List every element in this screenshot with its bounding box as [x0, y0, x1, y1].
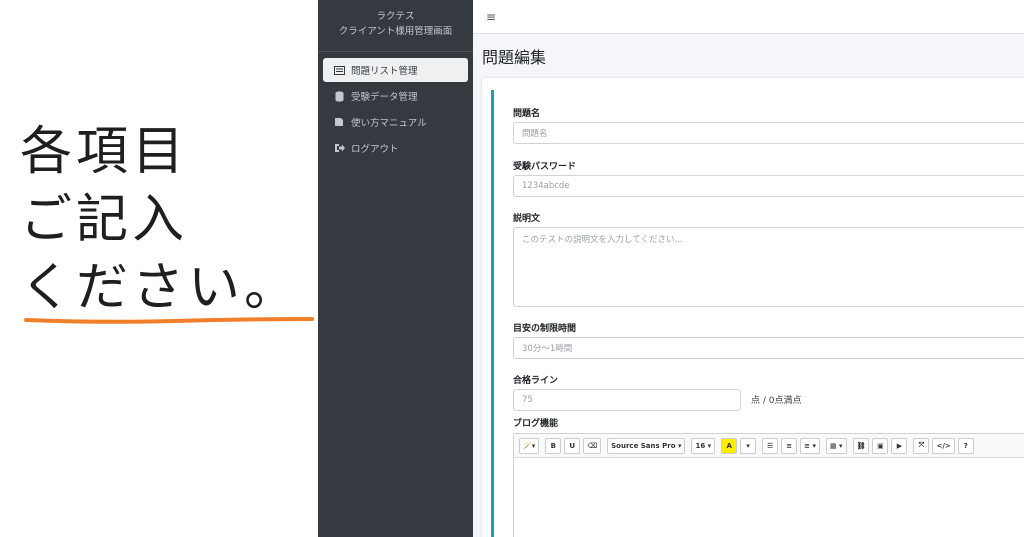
- link-icon[interactable]: ⛓: [852, 437, 870, 454]
- description-label: 説明文: [513, 214, 541, 224]
- handwritten-annotation: 各項目 ご記入 ください。: [20, 118, 320, 324]
- sidebar-item-manual[interactable]: 使い方マニュアル: [323, 110, 468, 134]
- annotation-line-2: ご記入: [20, 190, 189, 250]
- pass-line-suffix: 点 / 0点満点: [751, 396, 802, 406]
- blog-label: ブログ機能: [513, 419, 559, 429]
- annotation-line-1: 各項目: [20, 122, 189, 182]
- brand-title: ラクテス: [376, 11, 415, 22]
- sign-out-icon: [333, 142, 345, 154]
- edit-card: 問題名 問題名 受験パスワード 1234abcde 説明文 このテストの説明文を…: [482, 78, 1024, 537]
- annotation-line-3: ください。: [20, 258, 301, 318]
- text-color-button[interactable]: A: [721, 437, 738, 454]
- time-limit-label: 目安の制限時間: [513, 324, 577, 334]
- underline-button[interactable]: U: [564, 437, 581, 454]
- brand-subtitle: クライアント様用管理画面: [338, 26, 453, 37]
- bold-button[interactable]: B: [545, 437, 562, 454]
- description-textarea[interactable]: このテストの説明文を入力してください...: [513, 227, 1024, 307]
- editor-toolbar: 🪄▾ B U ⌫ Source Sans Pro ▾ 16 ▾ A ▾ ☰ ≡ …: [514, 434, 1024, 458]
- color-dropdown-button[interactable]: ▾: [740, 437, 757, 454]
- table-icon[interactable]: ▦ ▾: [826, 437, 847, 454]
- code-view-icon[interactable]: </>: [932, 437, 955, 454]
- pass-line-label: 合格ライン: [513, 376, 559, 386]
- book-icon: [333, 116, 345, 128]
- sidebar-item-label: 使い方マニュアル: [351, 118, 427, 129]
- time-limit-input[interactable]: 30分〜1時間: [513, 337, 1024, 359]
- problem-name-label: 問題名: [513, 109, 541, 119]
- sidebar-item-label: 受験データ管理: [351, 92, 418, 103]
- list-icon: [333, 64, 345, 76]
- eraser-icon[interactable]: ⌫: [583, 437, 602, 454]
- sidebar-nav: 問題リスト管理 受験データ管理 使い方マニュアル ログアウト: [318, 52, 473, 168]
- sidebar-item-exam-data[interactable]: 受験データ管理: [323, 84, 468, 108]
- font-size-select[interactable]: 16 ▾: [691, 437, 716, 454]
- main-content: 問題編集 問題名 問題名 受験パスワード 1234abcde 説明文 このテスト…: [473, 34, 1024, 537]
- ordered-list-icon[interactable]: ≡: [781, 437, 798, 454]
- sidebar-item-label: 問題リスト管理: [351, 66, 418, 77]
- sidebar-item-problem-list[interactable]: 問題リスト管理: [323, 58, 468, 82]
- brand[interactable]: ラクテス クライアント様用管理画面: [318, 0, 473, 52]
- page-title: 問題編集: [482, 48, 547, 67]
- rich-text-editor[interactable]: 🪄▾ B U ⌫ Source Sans Pro ▾ 16 ▾ A ▾ ☰ ≡ …: [513, 433, 1024, 537]
- unordered-list-icon[interactable]: ☰: [762, 437, 779, 454]
- sidebar: ラクテス クライアント様用管理画面 問題リスト管理 受験データ管理 使い方マニュ…: [318, 0, 473, 537]
- top-navbar: ≡: [473, 0, 1024, 34]
- screen: 各項目 ご記入 ください。 ラクテス クライアント様用管理画面 問題リスト管理 …: [0, 0, 1024, 537]
- magic-wand-icon[interactable]: 🪄▾: [519, 437, 540, 454]
- font-family-select[interactable]: Source Sans Pro ▾: [607, 437, 686, 454]
- database-icon: [333, 90, 345, 102]
- sidebar-item-label: ログアウト: [351, 144, 399, 155]
- video-icon[interactable]: ▶: [891, 437, 908, 454]
- form-area: 問題名 問題名 受験パスワード 1234abcde 説明文 このテストの説明文を…: [491, 90, 1024, 537]
- fullscreen-icon[interactable]: ⤧: [913, 437, 930, 454]
- annotation-underline: [24, 317, 314, 324]
- pass-line-input[interactable]: 75: [513, 389, 741, 411]
- paragraph-align-select[interactable]: ≡ ▾: [800, 437, 820, 454]
- hamburger-menu-icon[interactable]: ≡: [486, 10, 496, 24]
- help-icon[interactable]: ?: [957, 437, 974, 454]
- password-input[interactable]: 1234abcde: [513, 175, 1024, 197]
- sidebar-item-logout[interactable]: ログアウト: [323, 136, 468, 160]
- problem-name-input[interactable]: 問題名: [513, 122, 1024, 144]
- password-label: 受験パスワード: [513, 162, 577, 172]
- picture-icon[interactable]: ▣: [872, 437, 889, 454]
